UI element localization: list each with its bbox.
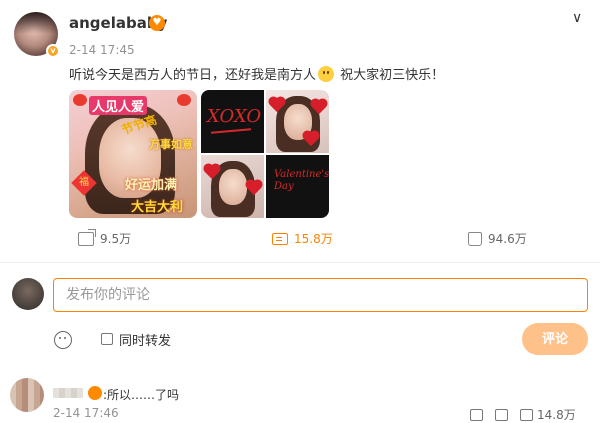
- vip-badge-icon: ♥: [149, 15, 165, 31]
- post-image-2[interactable]: XOXO Valentine's Day: [201, 90, 329, 218]
- comment-like-button[interactable]: 14.8万: [520, 406, 576, 423]
- share-icon[interactable]: [470, 408, 483, 421]
- post-timestamp[interactable]: 2-14 17:45: [69, 43, 135, 57]
- share-count: 9.5万: [100, 232, 132, 246]
- vip-badge-icon: [88, 386, 102, 400]
- comment-actions: 14.8万: [470, 406, 576, 423]
- smile-emoji-icon: [318, 66, 335, 82]
- grid-cell-xoxo: XOXO: [201, 90, 264, 153]
- current-user-avatar: [12, 278, 44, 310]
- image-caption: 万事如意: [149, 138, 193, 151]
- post-text-part-1: 听说今天是西方人的节日，还好我是南方人: [69, 68, 317, 83]
- commenter-name-redacted: [53, 388, 83, 398]
- share-icon: [78, 228, 96, 246]
- like-count: 94.6万: [488, 232, 527, 246]
- post-text-part-2: 祝大家初三快乐！: [336, 68, 445, 83]
- like-button[interactable]: 94.6万: [468, 230, 527, 247]
- comment-like-count: 14.8万: [537, 408, 576, 422]
- valentines-text: Valentine's Day: [274, 169, 329, 192]
- image-caption: 人见人爱: [89, 96, 148, 115]
- repost-label[interactable]: 同时转发: [119, 330, 171, 349]
- emoji-picker-icon[interactable]: [54, 331, 72, 349]
- image-caption: 大吉大利: [131, 200, 184, 215]
- comment-timestamp: 2-14 17:46: [53, 406, 119, 420]
- grid-cell-photo-2: [201, 155, 264, 218]
- chevron-down-icon[interactable]: ∨: [572, 10, 582, 26]
- image-caption: 好运加满: [125, 178, 178, 193]
- commenter-avatar[interactable]: [10, 378, 44, 412]
- xoxo-text: XOXO: [207, 106, 262, 127]
- thumbs-up-icon: [520, 408, 533, 421]
- post-image-1[interactable]: 人见人爱 节节高 万事如意 好运加满 大吉大利 福: [69, 90, 197, 218]
- thumbs-up-icon: [468, 231, 482, 246]
- share-button[interactable]: 9.5万: [78, 228, 132, 247]
- grid-cell-valentines: Valentine's Day: [266, 155, 329, 218]
- submit-comment-button[interactable]: 评论: [522, 323, 588, 355]
- reply-icon[interactable]: [495, 408, 508, 421]
- comment-input[interactable]: 发布你的评论: [53, 278, 588, 312]
- comment-text: :所以……了吗: [103, 388, 180, 402]
- repost-checkbox[interactable]: [101, 333, 113, 345]
- divider: [0, 262, 600, 263]
- post-text: 听说今天是西方人的节日，还好我是南方人 祝大家初三快乐！: [69, 64, 444, 83]
- comment-button[interactable]: 15.8万: [272, 230, 333, 247]
- verified-badge-icon: v: [46, 44, 60, 58]
- grid-cell-photo-1: [266, 90, 329, 153]
- comment-icon: [272, 232, 288, 245]
- comment-count: 15.8万: [294, 232, 333, 246]
